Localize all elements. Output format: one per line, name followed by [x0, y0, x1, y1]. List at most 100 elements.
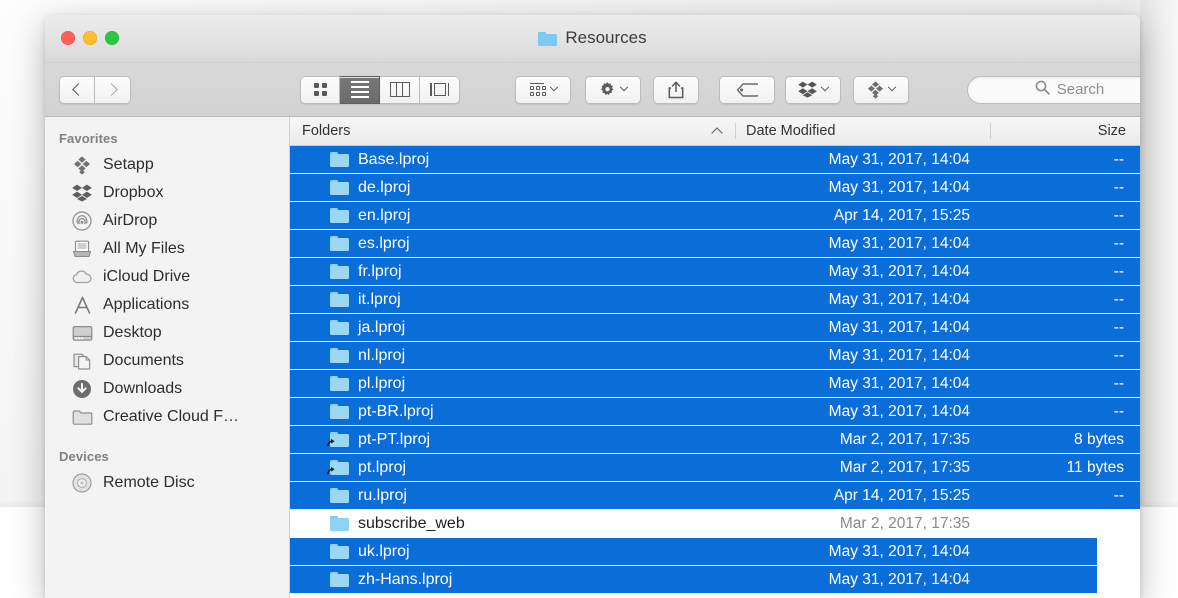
file-name-cell: ru.lproj — [290, 487, 735, 505]
sidebar-item-applications[interactable]: Applications — [45, 291, 289, 319]
table-row[interactable]: fr.lproj May 31, 2017, 14:04 -- — [290, 258, 1140, 286]
back-button[interactable] — [59, 75, 95, 104]
table-row[interactable]: ru.lproj Apr 14, 2017, 15:25 -- — [290, 482, 1140, 510]
chevron-down-icon — [619, 82, 629, 91]
size-cell: -- — [1113, 402, 1124, 420]
size-cell: 11 bytes — [1066, 458, 1124, 476]
file-name-label: nl.lproj — [358, 346, 406, 364]
date-modified-cell: May 31, 2017, 14:04 — [828, 178, 970, 196]
date-modified-cell: Mar 2, 2017, 17:35 — [839, 458, 970, 476]
sidebar-item-all-my-files[interactable]: All My Files — [45, 235, 289, 263]
table-row[interactable]: Base.lproj May 31, 2017, 14:04 -- — [290, 146, 1140, 174]
arrange-button[interactable] — [515, 75, 571, 104]
file-name-label: pt-PT.lproj — [358, 430, 431, 448]
folder-alias-icon — [327, 432, 349, 447]
action-button[interactable] — [585, 75, 641, 104]
size-cell: -- — [1113, 234, 1124, 252]
sidebar-item-desktop[interactable]: Desktop — [45, 319, 289, 347]
sidebar-item-documents[interactable]: Documents — [45, 347, 289, 375]
setapp-button[interactable] — [853, 75, 909, 104]
table-row[interactable]: subscribe_web Mar 2, 2017, 17:35 — [290, 510, 1140, 538]
table-row[interactable]: ja.lproj May 31, 2017, 14:04 -- — [290, 314, 1140, 342]
search-field[interactable]: Search — [967, 75, 1140, 104]
file-name-label: subscribe_web — [358, 514, 465, 532]
file-name-cell: pt.lproj — [290, 459, 735, 477]
date-modified-cell: May 31, 2017, 14:04 — [828, 150, 970, 168]
size-cell: -- — [1113, 374, 1124, 392]
column-headers: Folders Date Modified Size — [290, 117, 1140, 146]
column-header-folders[interactable]: Folders — [290, 123, 735, 139]
sidebar: Favorites Setapp Dropbox AirDrop All My … — [45, 117, 290, 598]
sidebar-item-downloads[interactable]: Downloads — [45, 375, 289, 403]
table-row[interactable]: pt.lproj Mar 2, 2017, 17:35 11 bytes — [290, 454, 1140, 482]
date-modified-cell: May 31, 2017, 14:04 — [828, 570, 970, 588]
folder-icon — [538, 31, 558, 46]
search-input[interactable]: Search — [1057, 81, 1105, 98]
table-row[interactable]: de.lproj May 31, 2017, 14:04 -- — [290, 174, 1140, 202]
date-modified-cell: Mar 2, 2017, 17:35 — [839, 430, 970, 448]
window-body: Favorites Setapp Dropbox AirDrop All My … — [45, 117, 1140, 598]
sidebar-item-creative-cloud-files[interactable]: Creative Cloud F… — [45, 403, 289, 431]
folder-icon — [330, 320, 349, 335]
sidebar-section-devices-header: Devices — [59, 449, 109, 464]
file-name-label: pl.lproj — [358, 374, 406, 392]
file-name-label: de.lproj — [358, 178, 411, 196]
sidebar-item-label: All My Files — [103, 240, 185, 257]
folder-icon — [330, 264, 349, 279]
column-header-size[interactable]: Size — [990, 123, 1140, 139]
column-header-label: Size — [1097, 123, 1126, 139]
file-name-label: zh-Hans.lproj — [358, 570, 453, 588]
table-row[interactable]: uk.lproj May 31, 2017, 14:04 — [290, 538, 1140, 566]
icon-view-button[interactable] — [300, 75, 340, 104]
date-modified-cell: May 31, 2017, 14:04 — [828, 542, 970, 560]
share-button[interactable] — [653, 75, 699, 104]
grid-icon — [313, 83, 327, 96]
sidebar-item-label: AirDrop — [103, 212, 158, 229]
gallery-view-button[interactable] — [420, 75, 460, 104]
sidebar-item-icloud-drive[interactable]: iCloud Drive — [45, 263, 289, 291]
columns-icon — [389, 82, 410, 97]
sidebar-item-dropbox[interactable]: Dropbox — [45, 179, 289, 207]
dropbox-button[interactable] — [785, 75, 841, 104]
file-name-cell: en.lproj — [290, 207, 735, 225]
date-modified-cell: May 31, 2017, 14:04 — [828, 290, 970, 308]
table-row[interactable]: en.lproj Apr 14, 2017, 15:25 -- — [290, 202, 1140, 230]
disc-icon — [71, 473, 93, 493]
window-titlebar[interactable]: Resources — [45, 15, 1140, 63]
sidebar-item-airdrop[interactable]: AirDrop — [45, 207, 289, 235]
setapp-icon — [71, 155, 93, 175]
table-row[interactable]: pt-BR.lproj May 31, 2017, 14:04 -- — [290, 398, 1140, 426]
size-cell: -- — [1113, 262, 1124, 280]
table-row[interactable]: es.lproj May 31, 2017, 14:04 -- — [290, 230, 1140, 258]
date-modified-cell: May 31, 2017, 14:04 — [828, 318, 970, 336]
forward-button[interactable] — [95, 75, 131, 104]
folder-icon — [330, 236, 349, 251]
share-icon — [668, 81, 684, 99]
sidebar-item-setapp[interactable]: Setapp — [45, 151, 289, 179]
column-header-label: Folders — [302, 123, 351, 139]
folder-icon — [330, 572, 349, 587]
sidebar-item-remote-disc[interactable]: Remote Disc — [45, 469, 289, 497]
list-view-button[interactable] — [340, 75, 380, 104]
folder-icon — [330, 180, 349, 195]
file-name-label: it.lproj — [358, 290, 401, 308]
table-row[interactable]: pt-PT.lproj Mar 2, 2017, 17:35 8 bytes — [290, 426, 1140, 454]
folder-alias-icon — [327, 460, 349, 475]
view-mode-group — [300, 75, 460, 104]
column-view-button[interactable] — [380, 75, 420, 104]
column-header-date-modified[interactable]: Date Modified — [735, 123, 990, 139]
table-row[interactable]: nl.lproj May 31, 2017, 14:04 -- — [290, 342, 1140, 370]
date-modified-cell: Apr 14, 2017, 15:25 — [833, 486, 970, 504]
folder-icon — [330, 208, 349, 223]
sidebar-item-label: Remote Disc — [103, 474, 195, 491]
alias-arrow-icon — [325, 437, 337, 449]
table-row[interactable]: pl.lproj May 31, 2017, 14:04 -- — [290, 370, 1140, 398]
tags-button[interactable] — [719, 75, 775, 104]
column-header-label: Date Modified — [746, 123, 836, 139]
sidebar-item-label: Applications — [103, 296, 190, 313]
desktop-background-right — [1140, 0, 1178, 515]
table-row[interactable]: it.lproj May 31, 2017, 14:04 -- — [290, 286, 1140, 314]
table-row[interactable]: zh-Hans.lproj May 31, 2017, 14:04 — [290, 566, 1140, 594]
file-name-label: pt-BR.lproj — [358, 402, 434, 420]
sidebar-item-label: iCloud Drive — [103, 268, 191, 285]
